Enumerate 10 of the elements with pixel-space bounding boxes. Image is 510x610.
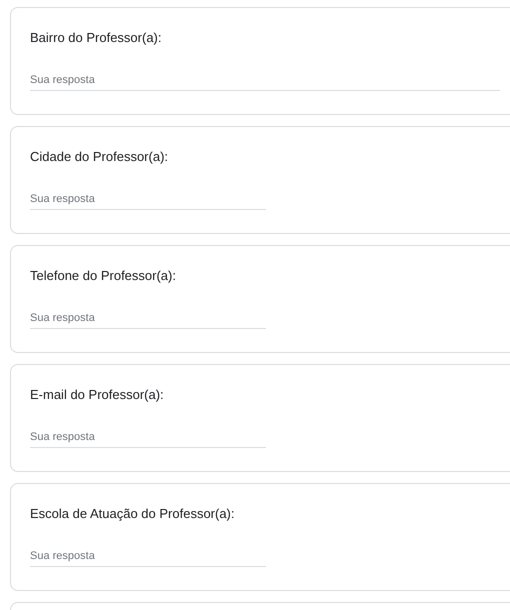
question-label: Cidade do Professor(a): [30, 149, 170, 165]
answer-field[interactable]: Sua resposta [30, 427, 266, 448]
answer-field[interactable]: Sua resposta [30, 308, 266, 329]
question-label: Bairro do Professor(a): [30, 30, 162, 46]
answer-field[interactable]: Sua resposta [30, 70, 500, 91]
question-label: E-mail do Professor(a): [30, 387, 165, 403]
answer-field[interactable]: Sua resposta [30, 546, 266, 567]
question-label: Escola de Atuação do Professor(a): [30, 506, 236, 522]
answer-field[interactable]: Sua resposta [30, 189, 266, 210]
question-label: Telefone do Professor(a): [30, 268, 177, 284]
